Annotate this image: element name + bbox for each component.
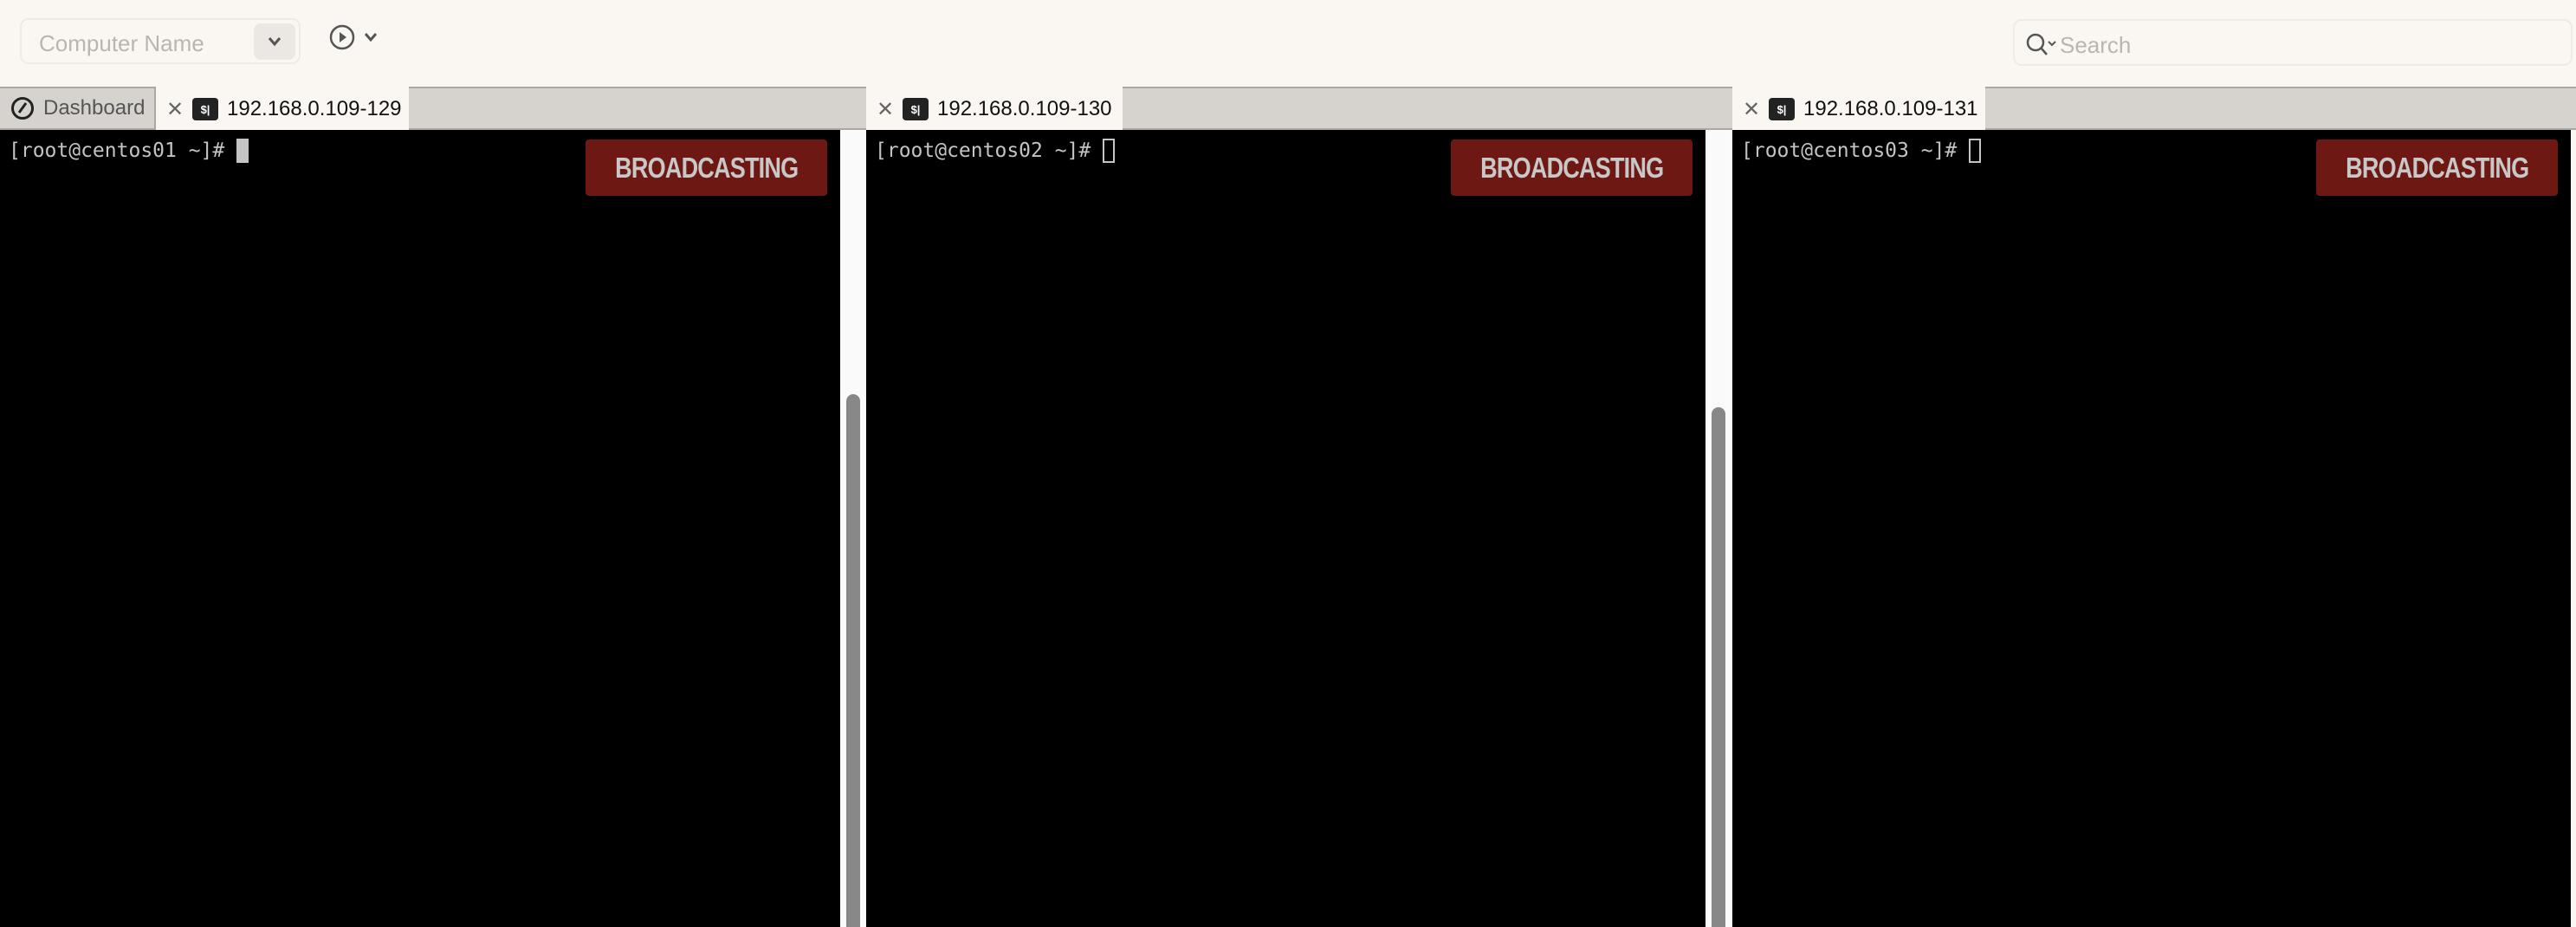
terminal-output[interactable]: [root@centos03 ~]# BROADCASTING	[1732, 130, 2571, 927]
scrollbar[interactable]	[1705, 130, 1731, 927]
terminal-icon: $|	[192, 98, 218, 120]
tab-session-130[interactable]: ✕ $| 192.168.0.109-130	[866, 87, 1123, 130]
computer-name-dropdown-button[interactable]	[254, 23, 295, 60]
search-input[interactable]: Search	[2060, 32, 2131, 59]
close-icon[interactable]: ✕	[166, 97, 184, 122]
tab-bar: ✕ $| 192.168.0.109-131	[1732, 87, 2576, 130]
cursor	[1103, 139, 1116, 163]
close-icon[interactable]: ✕	[877, 97, 894, 122]
tab-bar: Dashboard ✕ $| 192.168.0.109-129	[0, 87, 866, 130]
toolbar: Computer Name Search	[0, 0, 2576, 87]
tab-session-131[interactable]: ✕ $| 192.168.0.109-131	[1732, 87, 1985, 130]
scrollbar-thumb[interactable]	[846, 394, 860, 927]
tab-label: Dashboard	[43, 96, 146, 120]
broadcasting-badge: BROADCASTING	[1451, 139, 1693, 196]
terminal-output[interactable]: [root@centos02 ~]# BROADCASTING	[866, 130, 1705, 927]
tab-label: 192.168.0.109-130	[937, 97, 1112, 120]
search-icon	[2026, 33, 2056, 55]
shell-prompt: [root@centos03 ~]#	[1741, 139, 1958, 162]
run-button[interactable]	[329, 24, 378, 50]
scrollbar[interactable]	[840, 130, 866, 927]
tab-label: 192.168.0.109-131	[1803, 97, 1978, 120]
broadcasting-badge: BROADCASTING	[2316, 139, 2558, 196]
computer-name-input[interactable]: Computer Name	[39, 30, 204, 57]
terminal-icon: $|	[1769, 98, 1795, 120]
scrollbar-thumb[interactable]	[1712, 407, 1725, 927]
terminal-pane-1: Dashboard ✕ $| 192.168.0.109-129 [root@c…	[0, 87, 866, 927]
dashboard-gauge-icon	[11, 97, 34, 120]
tab-bar: ✕ $| 192.168.0.109-130	[866, 87, 1732, 130]
tab-dashboard[interactable]: Dashboard	[0, 87, 156, 130]
chevron-down-icon	[364, 33, 378, 42]
shell-prompt: [root@centos01 ~]#	[9, 139, 225, 162]
terminal-pane-2: ✕ $| 192.168.0.109-130 [root@centos02 ~]…	[866, 87, 1732, 927]
terminal-icon: $|	[903, 98, 929, 120]
cursor	[236, 139, 249, 163]
close-icon[interactable]: ✕	[1743, 97, 1760, 122]
shell-prompt: [root@centos02 ~]#	[875, 139, 1091, 162]
search-field[interactable]: Search	[2013, 19, 2573, 66]
broadcasting-badge: BROADCASTING	[586, 139, 827, 196]
computer-name-combobox[interactable]: Computer Name	[20, 18, 301, 64]
cursor	[1969, 139, 1982, 163]
terminal-output[interactable]: [root@centos01 ~]# BROADCASTING	[0, 130, 840, 927]
tab-label: 192.168.0.109-129	[227, 97, 402, 120]
chevron-down-icon	[268, 37, 282, 47]
terminal-pane-3: ✕ $| 192.168.0.109-131 [root@centos03 ~]…	[1732, 87, 2576, 927]
play-circle-icon	[329, 24, 355, 50]
tab-session-129[interactable]: ✕ $| 192.168.0.109-129	[156, 87, 409, 130]
